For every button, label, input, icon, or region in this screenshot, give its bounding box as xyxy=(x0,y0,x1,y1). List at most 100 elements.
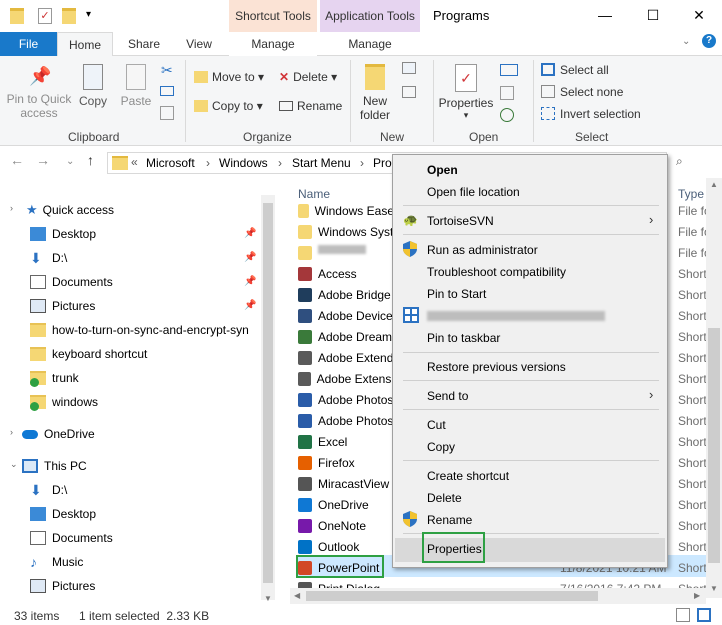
tab-file[interactable]: File xyxy=(0,32,57,56)
menu-open-file-location[interactable]: Open file location xyxy=(427,185,520,199)
menu-open[interactable]: Open xyxy=(427,163,458,177)
breadcrumb-windows[interactable]: Windows xyxy=(219,156,268,170)
file-row[interactable]: OneNote xyxy=(298,515,394,536)
pin-quick-access-button[interactable]: 📌 Pin to Quick access xyxy=(6,66,72,120)
scroll-down-icon[interactable]: ▼ xyxy=(264,594,272,603)
up-icon[interactable]: ↑ xyxy=(87,152,94,168)
close-button[interactable]: ✕ xyxy=(688,4,710,26)
tab-share[interactable]: Share xyxy=(120,32,168,56)
open-icon[interactable] xyxy=(500,64,518,76)
scroll-left-icon[interactable]: ◀ xyxy=(294,591,300,600)
file-row[interactable]: Adobe Bridge xyxy=(298,284,394,305)
easy-access-icon[interactable] xyxy=(402,86,416,98)
back-icon[interactable]: ← xyxy=(10,152,24,168)
nav-desktop[interactable]: Desktop xyxy=(30,224,96,244)
file-row[interactable]: Adobe Device xyxy=(298,305,394,326)
nav-pc-d-drive[interactable]: ⬇ D:\ xyxy=(30,480,67,500)
nav-folder-keyboard[interactable]: keyboard shortcut xyxy=(30,344,147,364)
column-header-name[interactable]: Name xyxy=(298,187,330,201)
move-to-button[interactable]: Move to ▾ xyxy=(194,70,264,84)
menu-cut[interactable]: Cut xyxy=(427,418,446,432)
file-row[interactable]: Firefox xyxy=(298,452,394,473)
file-row[interactable]: Adobe Dream xyxy=(298,326,394,347)
scrollbar-thumb[interactable] xyxy=(708,328,720,563)
forward-icon[interactable]: → xyxy=(36,152,50,168)
copy-path-icon[interactable] xyxy=(160,86,174,96)
tab-manage-shortcut[interactable]: Manage xyxy=(229,32,317,56)
file-row[interactable]: Outlook xyxy=(298,536,394,557)
menu-tortoisesvn[interactable]: TortoiseSVN xyxy=(427,214,494,228)
search-icon[interactable]: ⌕ xyxy=(676,154,683,169)
tab-home[interactable]: Home xyxy=(57,32,113,56)
delete-button[interactable]: ✕ Delete ▾ xyxy=(279,70,337,84)
breadcrumb-start-menu[interactable]: Start Menu xyxy=(292,156,351,170)
tab-manage-application[interactable]: Manage xyxy=(320,32,420,56)
properties-icon[interactable]: ✓ xyxy=(38,8,52,24)
help-icon[interactable]: ? xyxy=(702,34,716,48)
column-header-type[interactable]: Type xyxy=(678,187,704,201)
menu-pin-to-taskbar[interactable]: Pin to taskbar xyxy=(427,331,500,345)
file-row[interactable]: Windows Ease xyxy=(298,200,394,221)
select-all-button[interactable]: Select all xyxy=(541,63,609,77)
file-row[interactable]: Access xyxy=(298,263,394,284)
file-list-scrollbar[interactable]: ▲ ▼ xyxy=(706,178,722,598)
nav-pc-music[interactable]: ♪ Music xyxy=(30,552,83,572)
nav-this-pc[interactable]: This PC xyxy=(22,456,87,476)
expand-chevron-icon[interactable]: › xyxy=(10,427,13,437)
history-icon[interactable] xyxy=(500,108,514,122)
menu-restore-previous-versions[interactable]: Restore previous versions xyxy=(427,360,566,374)
paste-button[interactable]: Paste xyxy=(118,64,154,108)
file-row[interactable]: Adobe Photos xyxy=(298,389,394,410)
new-folder-icon[interactable] xyxy=(62,8,76,24)
menu-create-shortcut[interactable]: Create shortcut xyxy=(427,469,509,483)
expand-chevron-icon[interactable]: › xyxy=(10,203,13,213)
nav-pc-documents[interactable]: Documents xyxy=(30,528,113,548)
menu-troubleshoot[interactable]: Troubleshoot compatibility xyxy=(427,265,566,279)
large-icons-view-icon[interactable] xyxy=(697,608,711,622)
edit-icon[interactable] xyxy=(500,86,514,100)
menu-run-as-admin[interactable]: Run as administrator xyxy=(427,243,538,257)
file-row[interactable]: Windows Syst xyxy=(298,221,394,242)
recent-dropdown-icon[interactable]: ⌄ xyxy=(66,156,74,167)
new-item-icon[interactable] xyxy=(402,62,416,74)
properties-ribbon-button[interactable]: ✓ Properties ▾ xyxy=(438,64,494,121)
file-row[interactable]: Excel xyxy=(298,431,394,452)
scroll-up-icon[interactable]: ▲ xyxy=(710,180,718,189)
minimize-button[interactable]: — xyxy=(594,4,616,26)
nav-trunk[interactable]: trunk xyxy=(30,368,79,388)
file-row[interactable]: Adobe Extensi xyxy=(298,368,394,389)
menu-delete[interactable]: Delete xyxy=(427,491,462,505)
file-row[interactable]: Adobe Photos xyxy=(298,410,394,431)
copy-to-button[interactable]: Copy to ▾ xyxy=(194,99,263,113)
nav-pc-pictures[interactable]: Pictures xyxy=(30,576,95,596)
scrollbar-thumb[interactable] xyxy=(306,591,598,601)
file-row[interactable]: MiracastView xyxy=(298,473,394,494)
nav-d-drive[interactable]: ⬇ D:\ xyxy=(30,248,67,268)
breadcrumb-programs[interactable]: Pro xyxy=(373,156,392,170)
invert-selection-button[interactable]: Invert selection xyxy=(541,107,641,121)
nav-windows[interactable]: windows xyxy=(30,392,98,412)
expand-chevron-icon[interactable]: ⌄ xyxy=(10,459,18,470)
menu-copy[interactable]: Copy xyxy=(427,440,455,454)
nav-pc-desktop[interactable]: Desktop xyxy=(30,504,96,524)
new-folder-button[interactable]: New folder xyxy=(356,64,394,122)
nav-pictures[interactable]: Pictures xyxy=(30,296,95,316)
scroll-right-icon[interactable]: ▶ xyxy=(694,591,700,600)
maximize-button[interactable]: ☐ xyxy=(642,4,664,26)
menu-rename[interactable]: Rename xyxy=(427,513,472,527)
file-row[interactable]: OneDrive xyxy=(298,494,394,515)
scroll-down-icon[interactable]: ▼ xyxy=(710,584,718,593)
tab-view[interactable]: View xyxy=(175,32,223,56)
menu-pin-to-start[interactable]: Pin to Start xyxy=(427,287,486,301)
qat-dropdown-icon[interactable]: ▾ xyxy=(86,9,91,20)
cut-icon[interactable]: ✂ xyxy=(161,62,173,79)
paste-shortcut-icon[interactable] xyxy=(160,106,174,120)
menu-send-to[interactable]: Send to xyxy=(427,389,468,403)
nav-onedrive[interactable]: OneDrive xyxy=(22,424,95,444)
details-view-icon[interactable] xyxy=(676,608,690,622)
select-none-button[interactable]: Select none xyxy=(541,85,623,99)
nav-documents[interactable]: Documents xyxy=(30,272,113,292)
breadcrumb-microsoft[interactable]: Microsoft xyxy=(146,156,195,170)
rename-button[interactable]: Rename xyxy=(279,99,342,113)
file-row[interactable]: Adobe Extend xyxy=(298,347,394,368)
